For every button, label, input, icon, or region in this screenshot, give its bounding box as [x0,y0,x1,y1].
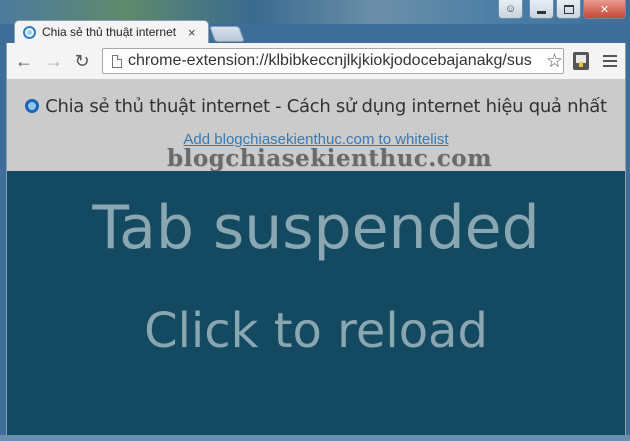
suspended-title[interactable]: Tab suspended [7,193,625,263]
maximize-button[interactable] [556,0,581,19]
toolbar: ← → ↻ chrome-extension://klbibkeccnjlkjk… [6,43,626,79]
tab-close-icon[interactable]: × [188,25,196,40]
address-bar[interactable]: chrome-extension://klbibkeccnjlkjkiokjod… [102,48,564,74]
user-profile-button[interactable]: ☺ [498,0,523,19]
minimize-button[interactable] [529,0,554,19]
tab-active[interactable]: Chia sẻ thủ thuật internet × [14,20,209,43]
reload-button[interactable]: ↻ [71,51,93,71]
page-icon [112,54,122,68]
window-controls: ☺ ✕ [498,0,626,20]
close-icon: ✕ [599,3,610,16]
bookmark-star-icon[interactable]: ☆ [546,50,563,73]
maximize-icon [563,4,574,14]
extension-icon[interactable] [573,52,589,70]
page-title-text: Chia sẻ thủ thuật internet - Cách sử dụn… [45,96,607,117]
reload-prompt[interactable]: Click to reload [7,303,625,359]
browser-window: ☺ ✕ Chia sẻ thủ thuật internet × ← → ↻ c… [0,0,630,441]
close-window-button[interactable]: ✕ [583,0,626,19]
minimize-icon [537,10,546,14]
tab-title: Chia sẻ thủ thuật internet [42,25,177,39]
suspended-panel[interactable]: Tab suspended Click to reload [7,171,625,441]
page-header: Chia sẻ thủ thuật internet - Cách sử dụn… [7,79,625,172]
forward-button[interactable]: → [43,51,65,71]
site-favicon-icon [25,99,40,113]
forward-arrow-icon: → [45,50,63,71]
reload-icon: ↻ [74,50,90,71]
back-arrow-icon: ← [15,50,33,71]
menu-icon[interactable] [603,55,617,67]
user-icon: ☺ [504,3,517,15]
favicon-icon [23,25,36,39]
window-bottom-border [0,435,630,441]
new-tab-button[interactable] [209,26,245,42]
page-content: Chia sẻ thủ thuật internet - Cách sử dụn… [6,79,626,441]
page-title: Chia sẻ thủ thuật internet - Cách sử dụn… [7,96,625,117]
back-button[interactable]: ← [13,51,35,71]
watermark: blogchiasekienthuc.com [167,145,492,172]
url-text[interactable]: chrome-extension://klbibkeccnjlkjkiokjod… [128,52,542,70]
